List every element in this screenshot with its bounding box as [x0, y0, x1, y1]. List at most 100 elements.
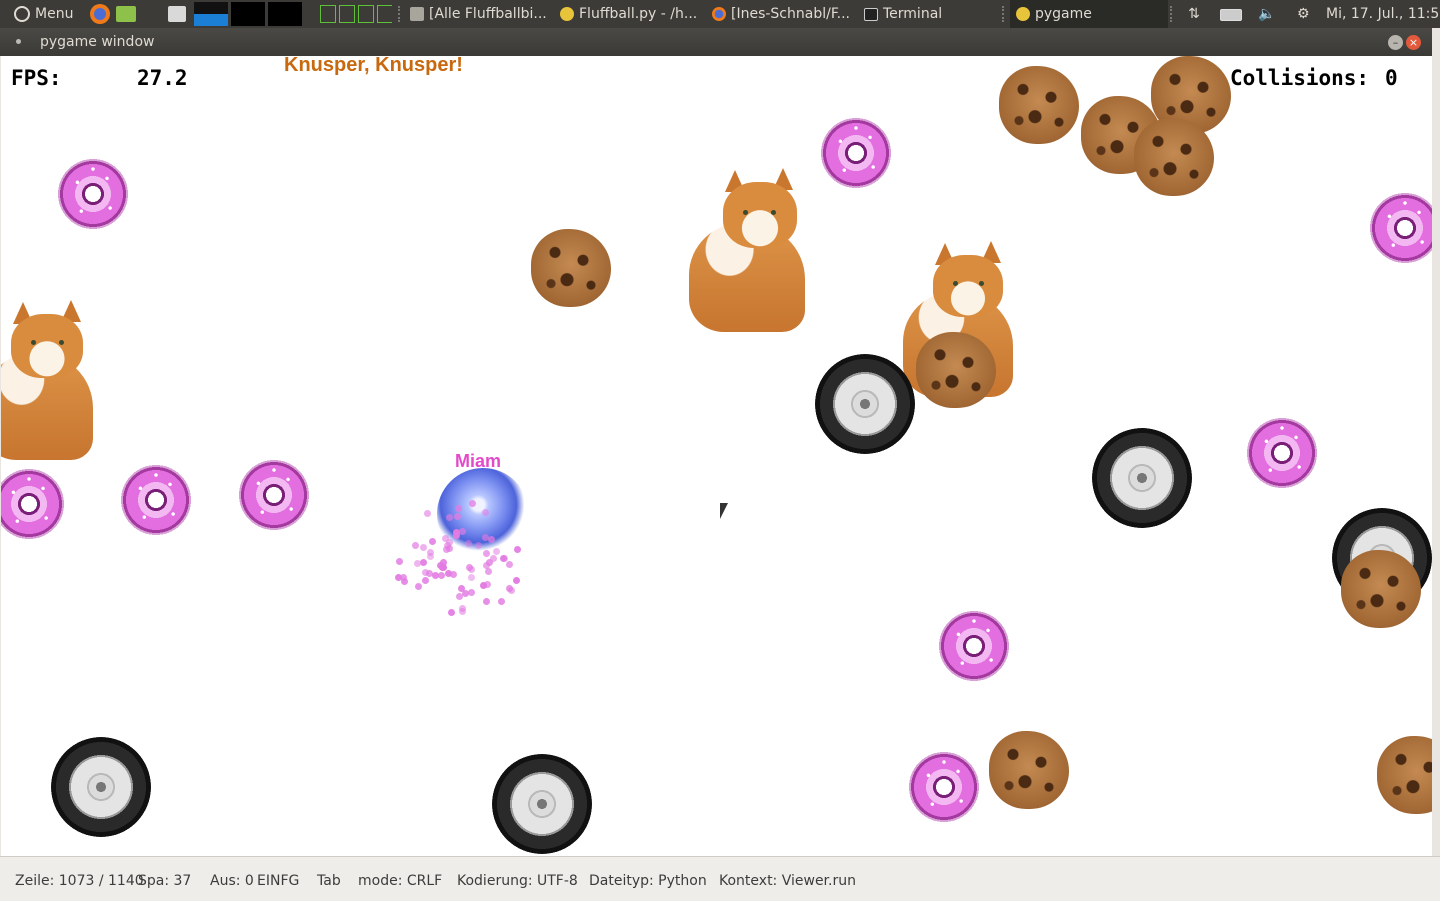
status-indent: Tab	[317, 873, 341, 889]
task-geany[interactable]: Fluffball.py - /h...	[560, 0, 702, 28]
cat-eye	[979, 281, 984, 286]
minimize-icon: –	[1392, 36, 1399, 49]
crumb-particle	[424, 509, 432, 517]
gear-icon: ⚙	[1297, 6, 1310, 22]
task-label: [Alle Fluffballbi...	[429, 6, 547, 22]
cat-sprite	[1, 298, 95, 462]
workspace-3[interactable]	[358, 5, 374, 23]
cookie-sprite	[916, 332, 996, 408]
fps-value: 27.2	[137, 66, 188, 90]
task-label: pygame	[1035, 6, 1092, 22]
cookie-sprite	[1377, 736, 1432, 814]
task-terminal[interactable]: Terminal	[864, 0, 964, 28]
crumb-particle	[422, 577, 430, 585]
window-title: pygame window	[40, 34, 155, 50]
window-menu-icon[interactable]	[16, 39, 21, 44]
tire-sprite	[815, 354, 915, 454]
crumb-particle	[512, 576, 520, 584]
firefox-icon	[712, 7, 726, 21]
donut-sprite	[905, 748, 983, 826]
task-pygame[interactable]: pygame	[1010, 0, 1168, 28]
cat-head	[933, 255, 1003, 317]
cookie-sprite	[989, 731, 1069, 809]
crumb-particle	[395, 558, 403, 566]
crumb-particle	[465, 539, 473, 547]
window-titlebar[interactable]: pygame window – ×	[0, 28, 1432, 56]
panel-separator	[1170, 6, 1174, 22]
menu-label: Menu	[35, 6, 74, 22]
workspace-2[interactable]	[339, 5, 355, 23]
crumb-particle	[455, 505, 463, 513]
cat-sprite	[687, 166, 807, 334]
folder-icon	[410, 7, 424, 21]
crumb-particle	[427, 553, 435, 561]
donut-sprite	[1243, 414, 1321, 492]
panel-separator	[398, 6, 402, 22]
crumb-particle	[420, 558, 428, 566]
cookie-sprite	[1341, 550, 1421, 628]
workspace-4[interactable]	[377, 5, 392, 23]
task-files[interactable]: [Alle Fluffballbi...	[410, 0, 552, 28]
crumb-particle	[443, 546, 451, 554]
collisions-value: 0	[1385, 66, 1398, 90]
status-encoding: Kodierung: UTF-8	[457, 873, 578, 889]
ubuntu-logo-icon	[14, 6, 30, 22]
crumb-particle	[414, 582, 422, 590]
cat-eye	[771, 210, 776, 215]
cookie-sprite	[999, 66, 1079, 144]
cpu-monitor	[194, 2, 228, 26]
crumb-particle	[420, 544, 428, 552]
screenshot-launcher[interactable]	[168, 0, 191, 28]
close-button[interactable]: ×	[1406, 35, 1421, 50]
crumb-particle	[438, 571, 446, 579]
crumb-particle	[497, 598, 505, 606]
task-firefox[interactable]: [Ines-Schnabl/F...	[712, 0, 856, 28]
clock-label: Mi, 17. Jul., 11:55	[1326, 6, 1440, 22]
game-canvas[interactable]: FPS: 27.2 Knusper, Knusper! Collisions: …	[1, 56, 1432, 856]
crumb-particle	[468, 573, 476, 581]
donut-sprite	[817, 114, 895, 192]
crumb-particle	[484, 567, 492, 575]
menu-button[interactable]: Menu	[14, 0, 73, 28]
workspace-1[interactable]	[320, 5, 336, 23]
crumb-particle	[475, 542, 483, 550]
top-panel: Menu [Alle Fluffballbi... Fluffball.py -…	[0, 0, 1440, 28]
crumb-particle	[482, 509, 490, 517]
editor-statusbar: Zeile: 1073 / 1140 Spa: 37 Aus: 0 EINFG …	[0, 856, 1440, 901]
donut-sprite	[235, 456, 313, 534]
network-indicator[interactable]: ⇅	[1185, 0, 1203, 28]
battery-icon[interactable]	[1220, 9, 1242, 21]
cat-head	[11, 314, 83, 378]
donut-sprite	[54, 155, 132, 233]
screenshot-icon	[168, 6, 186, 22]
status-line: Zeile: 1073 / 1140	[15, 873, 144, 889]
settings-indicator[interactable]: ⚙	[1297, 0, 1317, 28]
crumb-particle	[459, 528, 467, 536]
files-launcher[interactable]	[116, 0, 141, 28]
memory-monitor	[231, 2, 265, 26]
volume-indicator[interactable]: 🔈	[1258, 0, 1280, 28]
task-label: Fluffball.py - /h...	[579, 6, 698, 22]
crumb-particle	[483, 581, 491, 589]
task-label: Terminal	[883, 6, 943, 22]
minimize-button[interactable]: –	[1388, 35, 1403, 50]
crumb-particle	[450, 570, 458, 578]
donut-sprite	[935, 607, 1013, 685]
crumb-particle	[506, 560, 514, 568]
crumb-particle	[482, 598, 490, 606]
crumb-particle	[482, 549, 490, 557]
cat-eye	[31, 340, 36, 345]
crumb-particle	[514, 546, 521, 554]
crumb-particle	[440, 563, 448, 571]
mouse-cursor-icon	[720, 503, 728, 519]
task-label: [Ines-Schnabl/F...	[731, 6, 850, 22]
firefox-launcher[interactable]	[90, 0, 115, 28]
clock[interactable]: Mi, 17. Jul., 11:55	[1326, 0, 1440, 28]
donut-sprite	[1366, 189, 1432, 267]
crumb-particle	[485, 559, 493, 567]
tire-sprite	[1092, 428, 1192, 528]
workspace-switcher[interactable]	[320, 0, 392, 28]
status-column: Spa: 37	[138, 873, 192, 889]
crumb-particle	[468, 565, 476, 573]
geany-icon	[560, 7, 574, 21]
